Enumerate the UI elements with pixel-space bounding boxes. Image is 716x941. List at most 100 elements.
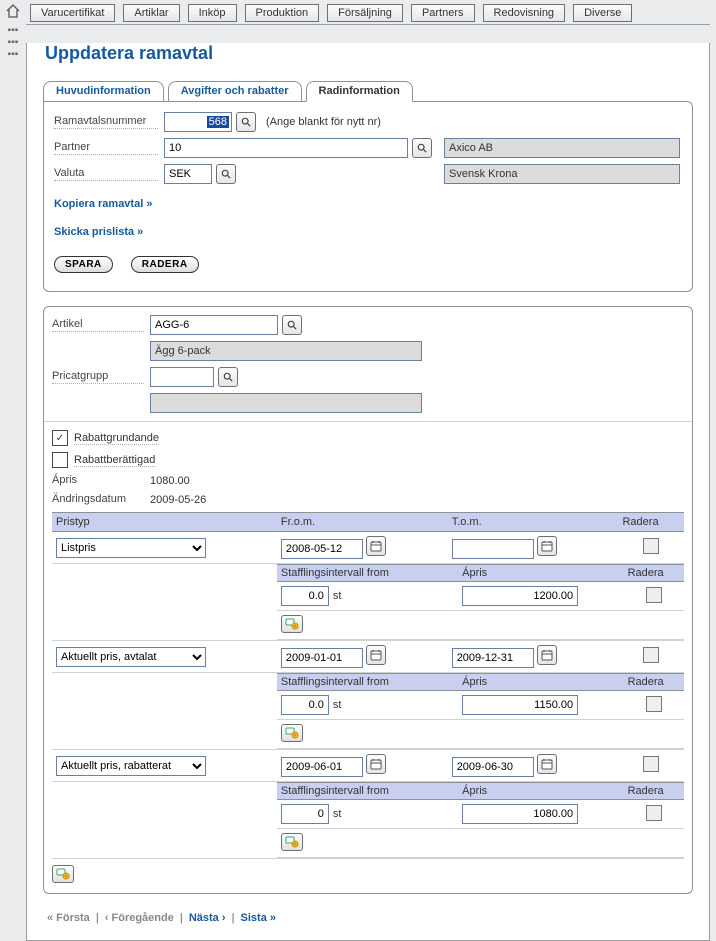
add-staffling-icon[interactable] bbox=[281, 615, 303, 633]
menu-diverse[interactable]: Diverse bbox=[573, 4, 632, 22]
from-input[interactable] bbox=[281, 757, 363, 777]
row-delete-checkbox[interactable] bbox=[643, 756, 659, 772]
delete-button[interactable]: RADERA bbox=[131, 256, 199, 273]
andringsdatum-value: 2009-05-26 bbox=[150, 494, 206, 506]
valuta-input[interactable] bbox=[164, 164, 212, 184]
calendar-icon[interactable] bbox=[366, 754, 386, 774]
add-staffling-icon[interactable] bbox=[281, 833, 303, 851]
head-panel: Ramavtalsnummer 568 (Ange blankt för nyt… bbox=[43, 101, 693, 292]
th-sub-radera: Radera bbox=[624, 674, 684, 691]
apris-input[interactable] bbox=[462, 804, 578, 824]
skicka-link[interactable]: Skicka prislista » bbox=[54, 226, 143, 238]
calendar-icon[interactable] bbox=[366, 536, 386, 556]
menu-artiklar[interactable]: Artiklar bbox=[123, 4, 179, 22]
unit-label: st bbox=[333, 590, 342, 602]
partner-input[interactable] bbox=[164, 138, 408, 158]
menu-redovisning[interactable]: Redovisning bbox=[483, 4, 566, 22]
menu-varucertifikat[interactable]: Varucertifikat bbox=[30, 4, 115, 22]
rabattberattigad-checkbox[interactable] bbox=[52, 452, 68, 468]
th-sub-radera: Radera bbox=[624, 565, 684, 582]
menu-forsaljning[interactable]: Försäljning bbox=[327, 4, 403, 22]
ramavtalsnummer-hint: (Ange blankt för nytt nr) bbox=[266, 116, 381, 128]
ramavtalsnummer-lookup-icon[interactable] bbox=[236, 112, 256, 132]
th-stafflings: Stafflingsintervall from bbox=[277, 674, 458, 691]
partner-lookup-icon[interactable] bbox=[412, 138, 432, 158]
top-menu: Varucertifikat Artiklar Inköp Produktion… bbox=[26, 0, 710, 24]
add-row-icon[interactable] bbox=[52, 865, 74, 883]
th-sub-apris: Ápris bbox=[458, 674, 623, 691]
th-tom: T.o.m. bbox=[448, 513, 619, 532]
apris-value: 1080.00 bbox=[150, 475, 190, 487]
th-stafflings: Stafflingsintervall from bbox=[277, 565, 458, 582]
calendar-icon[interactable] bbox=[537, 754, 557, 774]
tab-avgifter[interactable]: Avgifter och rabatter bbox=[168, 81, 302, 101]
valuta-label: Valuta bbox=[54, 167, 158, 181]
pricatgrupp-lookup-icon[interactable] bbox=[218, 367, 238, 387]
stafflings-input[interactable] bbox=[281, 695, 329, 715]
pristyp-select[interactable]: Aktuellt pris, rabatterat bbox=[56, 756, 206, 776]
ramavtalsnummer-label: Ramavtalsnummer bbox=[54, 115, 158, 129]
staffling-row: Stafflingsintervall fromÁprisRadera st bbox=[52, 564, 684, 641]
add-staffling-icon[interactable] bbox=[281, 724, 303, 742]
menu-inkop[interactable]: Inköp bbox=[188, 4, 237, 22]
tab-radinformation[interactable]: Radinformation bbox=[306, 81, 413, 102]
calendar-icon[interactable] bbox=[537, 536, 557, 556]
page-title: Uppdatera ramavtal bbox=[45, 43, 701, 64]
stafflings-input[interactable] bbox=[281, 586, 329, 606]
from-input[interactable] bbox=[281, 648, 363, 668]
sub-delete-checkbox[interactable] bbox=[646, 587, 662, 603]
pager-prev: ‹ Föregående bbox=[105, 912, 174, 924]
partner-label: Partner bbox=[54, 141, 158, 155]
pricatgrupp-name bbox=[150, 393, 422, 413]
stafflings-input[interactable] bbox=[281, 804, 329, 824]
price-row: Listpris bbox=[52, 532, 684, 564]
th-pristyp: Pristyp bbox=[52, 513, 277, 532]
pricatgrupp-label: Pricatgrupp bbox=[52, 370, 144, 384]
rabattgrundande-checkbox[interactable]: ✓ bbox=[52, 430, 68, 446]
ramavtalsnummer-input[interactable]: 568 bbox=[164, 112, 232, 132]
tom-input[interactable] bbox=[452, 757, 534, 777]
th-sub-apris: Ápris bbox=[458, 565, 623, 582]
row-delete-checkbox[interactable] bbox=[643, 538, 659, 554]
artikel-name: Ägg 6-pack bbox=[150, 341, 422, 361]
rabattgrundande-label: Rabattgrundande bbox=[74, 432, 159, 445]
apris-input[interactable] bbox=[462, 586, 578, 606]
pager: « Första | ‹ Föregående | Nästa › | Sist… bbox=[35, 904, 701, 932]
unit-label: st bbox=[333, 699, 342, 711]
tom-input[interactable] bbox=[452, 648, 534, 668]
th-sub-radera: Radera bbox=[624, 783, 684, 800]
andringsdatum-label: Ändringsdatum bbox=[52, 493, 144, 506]
th-sub-apris: Ápris bbox=[458, 783, 623, 800]
kopiera-link[interactable]: Kopiera ramavtal » bbox=[54, 198, 152, 210]
pristyp-select[interactable]: Aktuellt pris, avtalat bbox=[56, 647, 206, 667]
sub-delete-checkbox[interactable] bbox=[646, 805, 662, 821]
calendar-icon[interactable] bbox=[366, 645, 386, 665]
pristyp-select[interactable]: Listpris bbox=[56, 538, 206, 558]
pager-first: « Första bbox=[47, 912, 90, 924]
unit-label: st bbox=[333, 808, 342, 820]
home-icon[interactable] bbox=[0, 4, 26, 18]
from-input[interactable] bbox=[281, 539, 363, 559]
pricatgrupp-input[interactable] bbox=[150, 367, 214, 387]
save-button[interactable]: SPARA bbox=[54, 256, 113, 273]
tom-input[interactable] bbox=[452, 539, 534, 559]
grip-icon[interactable]: ▪▪▪▪▪▪▪▪▪ bbox=[8, 25, 19, 60]
valuta-name: Svensk Krona bbox=[444, 164, 680, 184]
artikel-input[interactable] bbox=[150, 315, 278, 335]
apris-input[interactable] bbox=[462, 695, 578, 715]
artikel-lookup-icon[interactable] bbox=[282, 315, 302, 335]
price-table: Pristyp Fr.o.m. T.o.m. Radera Listpris S… bbox=[52, 512, 684, 859]
menu-produktion[interactable]: Produktion bbox=[245, 4, 320, 22]
calendar-icon[interactable] bbox=[537, 645, 557, 665]
th-stafflings: Stafflingsintervall from bbox=[277, 783, 458, 800]
pager-next[interactable]: Nästa › bbox=[189, 912, 226, 924]
pager-last[interactable]: Sista » bbox=[241, 912, 276, 924]
price-row: Aktuellt pris, avtalat bbox=[52, 641, 684, 673]
valuta-lookup-icon[interactable] bbox=[216, 164, 236, 184]
staffling-row: Stafflingsintervall fromÁprisRadera st bbox=[52, 673, 684, 750]
menu-partners[interactable]: Partners bbox=[411, 4, 475, 22]
row-delete-checkbox[interactable] bbox=[643, 647, 659, 663]
apris-label: Ápris bbox=[52, 474, 144, 487]
sub-delete-checkbox[interactable] bbox=[646, 696, 662, 712]
tab-huvudinformation[interactable]: Huvudinformation bbox=[43, 81, 164, 101]
